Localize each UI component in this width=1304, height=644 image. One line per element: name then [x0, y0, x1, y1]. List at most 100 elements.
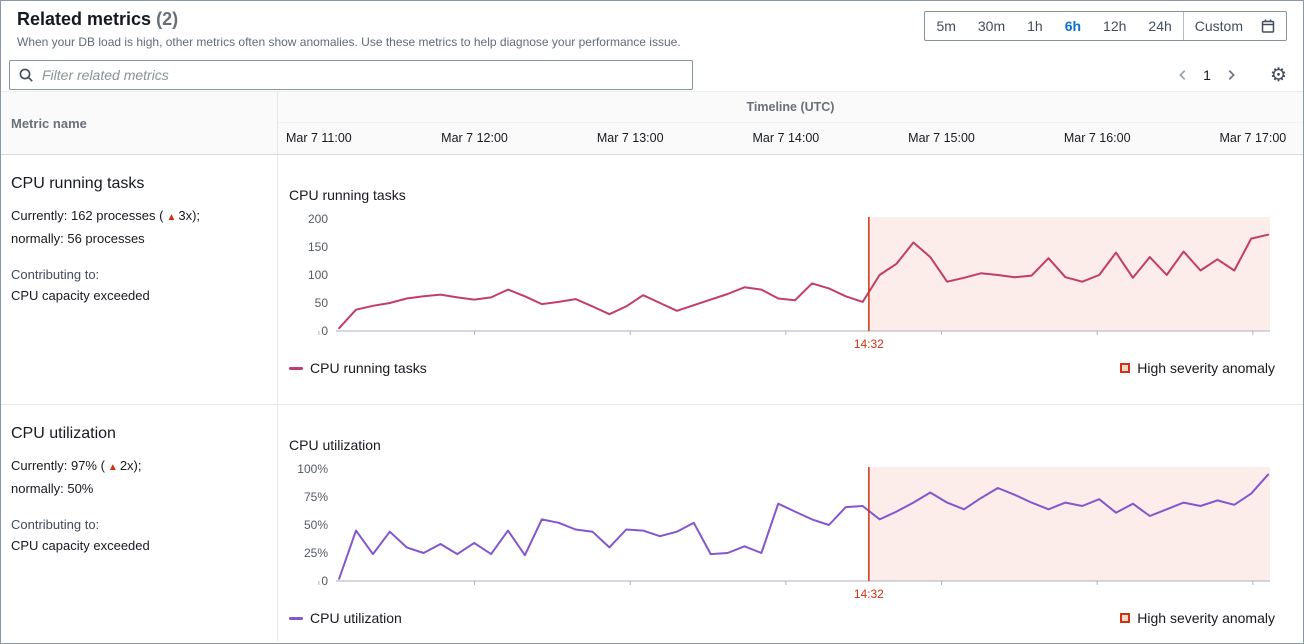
search-icon: [18, 67, 34, 88]
timeline-tick: Mar 7 12:00: [441, 131, 508, 145]
metric-name: CPU running tasks: [11, 175, 265, 193]
metric-name-header-label: Metric name: [11, 116, 87, 131]
chart-canvas: 0 25% 50% 75% 100% 14:32: [284, 461, 1304, 607]
y-axis-tick-label: 75%: [304, 490, 328, 504]
series-line-swatch: [289, 367, 303, 370]
timeline-tick: Mar 7 16:00: [1064, 131, 1131, 145]
time-range-buttons: 5m30m1h6h12h24hCustom: [925, 12, 1254, 40]
page-title: Related metrics (2): [17, 9, 681, 30]
time-range-selector: 5m30m1h6h12h24hCustom: [924, 11, 1287, 41]
chart-canvas: 0 50 100 150 200 14:32: [284, 211, 1304, 357]
metric-current-value: Currently: 162 processes (▲3x);: [11, 205, 265, 228]
contributing-label: Contributing to:: [11, 514, 265, 535]
time-range-6h[interactable]: 6h: [1054, 12, 1092, 40]
anomaly-time-label: 14:32: [854, 337, 884, 351]
related-metrics-panel: Related metrics (2) When your DB load is…: [0, 0, 1304, 644]
series-line-swatch: [289, 617, 303, 620]
chart-cell: CPU running tasks 0 50 100 150 200 14:32 CPU …: [278, 155, 1303, 404]
y-axis-tick-label: 0: [321, 324, 328, 338]
timeline-tick: Mar 7 17:00: [1220, 131, 1287, 145]
filter-box: [9, 60, 693, 90]
settings-gear-icon[interactable]: ⚙: [1270, 66, 1287, 85]
y-axis-tick-label: 150: [308, 240, 328, 254]
metric-info-cell: CPU utilization Currently: 97% (▲2x); no…: [1, 405, 278, 641]
panel-header-text: Related metrics (2) When your DB load is…: [17, 9, 681, 49]
timeline-tick: Mar 7 13:00: [597, 131, 664, 145]
time-range-24h[interactable]: 24h: [1137, 12, 1182, 40]
contributing-value: CPU capacity exceeded: [11, 535, 265, 556]
chevron-right-icon: [1224, 68, 1238, 82]
metric-normal-value: normally: 50%: [11, 478, 265, 499]
calendar-icon[interactable]: [1254, 18, 1286, 34]
y-axis-tick-label: 50: [315, 296, 329, 310]
y-axis-tick-label: 25%: [304, 546, 328, 560]
delta-multiplier: 2x);: [120, 458, 142, 473]
anomaly-legend-label: High severity anomaly: [1137, 610, 1275, 626]
metric-current-value: Currently: 97% (▲2x);: [11, 455, 265, 478]
anomaly-legend: High severity anomaly: [1120, 360, 1275, 376]
delta-multiplier: 3x);: [178, 208, 200, 223]
next-page-button[interactable]: [1218, 62, 1244, 88]
anomaly-region: [869, 217, 1270, 331]
chart-legend: CPU utilization High severity anomaly: [284, 607, 1303, 626]
timeline-column-header: Timeline (UTC) Mar 7 11:00Mar 7 12:00Mar…: [278, 92, 1303, 154]
metric-row-cpu-running-tasks: CPU running tasks Currently: 162 process…: [1, 155, 1303, 405]
related-metrics-table: Metric name Timeline (UTC) Mar 7 11:00Ma…: [1, 91, 1303, 641]
anomaly-legend-label: High severity anomaly: [1137, 360, 1275, 376]
time-range-5m[interactable]: 5m: [925, 12, 966, 40]
y-axis-tick-label: 100: [308, 268, 328, 282]
contributing-value: CPU capacity exceeded: [11, 285, 265, 306]
chart-title: CPU utilization: [289, 437, 1303, 453]
anomaly-swatch-icon: [1120, 613, 1130, 623]
spacer: [11, 249, 265, 264]
chart-legend: CPU running tasks High severity anomaly: [284, 357, 1303, 376]
series-legend-label: CPU running tasks: [310, 360, 427, 376]
y-axis-tick-label: 200: [308, 212, 328, 226]
chart-title: CPU running tasks: [289, 187, 1303, 203]
table-header-row: Metric name Timeline (UTC) Mar 7 11:00Ma…: [1, 91, 1303, 155]
spacer: [11, 499, 265, 514]
time-range-12h[interactable]: 12h: [1092, 12, 1137, 40]
current-value-text: Currently: 97% (: [11, 458, 105, 473]
toolbar: 1 ⚙: [1, 49, 1303, 91]
series-legend: CPU utilization: [289, 610, 402, 626]
previous-page-button[interactable]: [1170, 62, 1196, 88]
anomaly-time-label: 14:32: [854, 587, 884, 601]
timeline-tick: Mar 7 14:00: [753, 131, 820, 145]
metric-info-cell: CPU running tasks Currently: 162 process…: [1, 155, 278, 404]
metric-name: CPU utilization: [11, 425, 265, 443]
time-range-custom[interactable]: Custom: [1184, 12, 1254, 40]
metric-count: (2): [156, 9, 178, 29]
timeline-header-label: Timeline (UTC): [278, 92, 1303, 123]
anomaly-swatch-icon: [1120, 363, 1130, 373]
page-description: When your DB load is high, other metrics…: [17, 35, 681, 49]
y-axis-tick-label: 0: [321, 574, 328, 588]
anomaly-legend: High severity anomaly: [1120, 610, 1275, 626]
chart-cell: CPU utilization 0 25% 50% 75% 100% 14:32 CPU …: [278, 405, 1303, 641]
metric-row-cpu-utilization: CPU utilization Currently: 97% (▲2x); no…: [1, 405, 1303, 641]
calendar-icon-glyph: [1260, 18, 1276, 34]
contributing-label: Contributing to:: [11, 264, 265, 285]
current-page-number[interactable]: 1: [1196, 67, 1218, 83]
anomaly-region: [869, 467, 1270, 581]
page-title-text: Related metrics: [17, 9, 151, 29]
series-legend: CPU running tasks: [289, 360, 427, 376]
metric-name-column-header: Metric name: [1, 92, 278, 154]
timeline-tick: Mar 7 11:00: [286, 131, 352, 145]
current-value-text: Currently: 162 processes (: [11, 208, 163, 223]
up-arrow-icon: ▲: [166, 212, 176, 223]
timeline-tick: Mar 7 15:00: [908, 131, 975, 145]
time-range-1h[interactable]: 1h: [1016, 12, 1054, 40]
y-axis-tick-label: 50%: [304, 518, 328, 532]
toolbar-right: 1 ⚙: [1170, 62, 1287, 88]
time-range-30m[interactable]: 30m: [967, 12, 1016, 40]
chevron-left-icon: [1176, 68, 1190, 82]
y-axis-tick-label: 100%: [297, 462, 328, 476]
timeline-tick-row: Mar 7 11:00 Mar 7 12:00 Mar 7 13:00 Mar 7 1…: [278, 123, 1303, 154]
cpu-running-tasks-chart[interactable]: 0 50 100 150 200 14:32: [284, 211, 1303, 357]
filter-related-metrics-input[interactable]: [9, 60, 693, 90]
cpu-utilization-chart[interactable]: 0 25% 50% 75% 100% 14:32: [284, 461, 1303, 607]
metric-normal-value: normally: 56 processes: [11, 228, 265, 249]
series-legend-label: CPU utilization: [310, 610, 402, 626]
up-arrow-icon: ▲: [108, 462, 118, 473]
